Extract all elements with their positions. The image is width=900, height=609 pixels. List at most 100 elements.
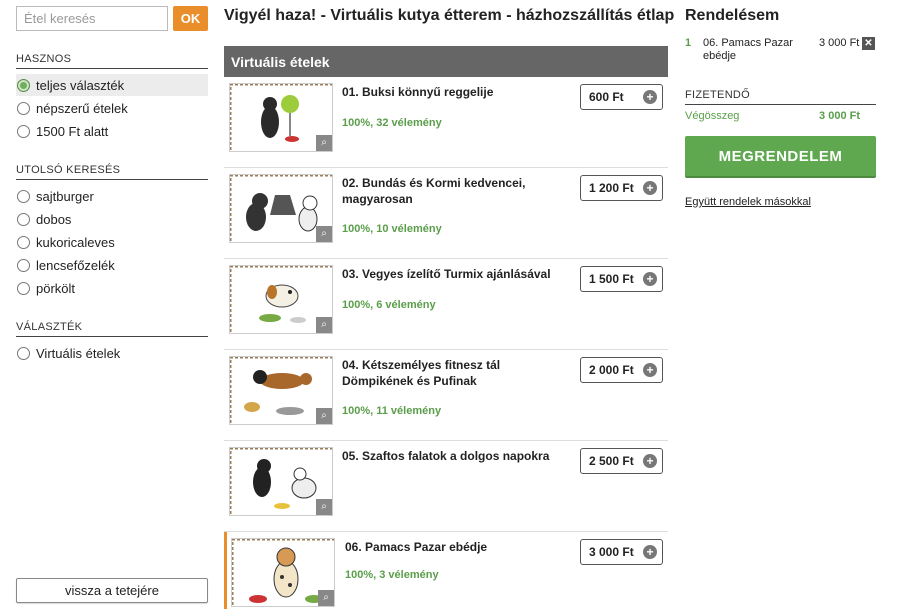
plus-circle-icon: + — [643, 181, 657, 195]
filter-item-under-1500[interactable]: 1500 Ft alatt — [16, 120, 208, 142]
dish-image[interactable]: ⌕ — [231, 538, 335, 607]
total-label: Végösszeg — [685, 110, 740, 122]
menu-item: ⌕ 02. Bundás és Kormi kedvencei, magyaro… — [224, 168, 668, 259]
dish-image[interactable]: ⌕ — [229, 265, 333, 334]
add-to-cart-button[interactable]: 2 500 Ft + — [580, 448, 663, 474]
total-value: 3 000 Ft — [819, 110, 860, 122]
dish-rating: 100%, 6 vélemény — [342, 299, 436, 311]
radio-icon[interactable] — [17, 346, 30, 360]
filter-title: UTOLSÓ KERESÉS — [16, 164, 208, 180]
filter-item-label: dobos — [36, 211, 72, 227]
order-panel: Rendelésem 1 06. Pamacs Pazar ebédje 3 0… — [685, 0, 876, 208]
plus-circle-icon: + — [643, 454, 657, 468]
filter-title: HASZNOS — [16, 53, 208, 69]
filter-item-full-selection[interactable]: teljes választék — [16, 74, 208, 96]
add-to-cart-button[interactable]: 2 000 Ft + — [580, 357, 663, 383]
filter-item-virtual-foods[interactable]: Virtuális ételek — [16, 342, 208, 364]
dish-rating: 100%, 32 vélemény — [342, 117, 442, 129]
filter-item-label: lencsefőzelék — [36, 257, 115, 273]
search-row: OK — [16, 6, 208, 31]
page-title: Vigyél haza! - Virtuális kutya étterem -… — [224, 7, 675, 24]
dish-name[interactable]: 02. Bundás és Kormi kedvencei, magyarosa… — [342, 175, 562, 207]
filter-item-corn-soup[interactable]: kukoricaleves — [16, 231, 208, 253]
search-ok-button[interactable]: OK — [173, 6, 208, 31]
back-to-top-button[interactable]: vissza a tetejére — [16, 578, 208, 603]
dish-image[interactable]: ⌕ — [229, 356, 333, 425]
plus-circle-icon: + — [643, 363, 657, 377]
price-label: 1 500 Ft — [589, 272, 634, 286]
close-icon[interactable]: ✕ — [862, 37, 875, 50]
search-input[interactable] — [16, 6, 168, 31]
filter-section-useful: HASZNOS teljes választék népszerű ételek… — [16, 53, 208, 142]
menu-item-selected: ⌕ 06. Pamacs Pazar ebédje 100%, 3 vélemé… — [224, 532, 668, 609]
filter-item-label: pörkölt — [36, 280, 76, 296]
magnifier-icon[interactable]: ⌕ — [316, 226, 332, 242]
order-title: Rendelésem — [685, 7, 780, 24]
radio-icon[interactable] — [17, 124, 30, 138]
order-quantity: 1 — [685, 37, 692, 49]
menu-item: ⌕ 01. Buksi könnyű reggelije 100%, 32 vé… — [224, 77, 668, 168]
dish-image[interactable]: ⌕ — [229, 447, 333, 516]
filter-item-stew[interactable]: pörkölt — [16, 277, 208, 299]
dish-rating: 100%, 10 vélemény — [342, 223, 442, 235]
add-to-cart-button[interactable]: 600 Ft + — [580, 84, 663, 110]
magnifier-icon[interactable]: ⌕ — [316, 317, 332, 333]
filter-section-selection: VÁLASZTÉK Virtuális ételek — [16, 321, 208, 364]
sidebar: OK HASZNOS teljes választék népszerű éte… — [16, 6, 208, 606]
price-label: 2 500 Ft — [589, 454, 634, 468]
radio-icon[interactable] — [17, 189, 30, 203]
dish-rating: 100%, 3 vélemény — [345, 569, 439, 581]
order-item-name: 06. Pamacs Pazar ebédje — [703, 37, 793, 62]
price-label: 3 000 Ft — [589, 545, 634, 559]
dish-name[interactable]: 03. Vegyes ízelítő Turmix ajánlásával — [342, 266, 562, 282]
filter-item-label: teljes választék — [36, 77, 125, 93]
filter-item-lentils[interactable]: lencsefőzelék — [16, 254, 208, 276]
filter-item-label: Virtuális ételek — [36, 345, 121, 361]
main-menu: Vigyél haza! - Virtuális kutya étterem -… — [224, 0, 675, 609]
radio-icon[interactable] — [17, 258, 30, 272]
filter-title: VÁLASZTÉK — [16, 321, 208, 337]
radio-icon[interactable] — [17, 235, 30, 249]
plus-circle-icon: + — [643, 545, 657, 559]
place-order-button[interactable]: MEGRENDELEM — [685, 136, 876, 176]
filter-item-label: népszerű ételek — [36, 100, 128, 116]
dish-rating: 100%, 11 vélemény — [342, 405, 442, 417]
price-label: 1 200 Ft — [589, 181, 634, 195]
payable-title: FIZETENDŐ — [685, 89, 876, 105]
menu-item: ⌕ 03. Vegyes ízelítő Turmix ajánlásával … — [224, 259, 668, 350]
order-line-item: 1 06. Pamacs Pazar ebédje 3 000 Ft ✕ — [685, 37, 876, 67]
dish-name[interactable]: 04. Kétszemélyes fitnesz tál Dömpikének … — [342, 357, 562, 389]
plus-circle-icon: + — [643, 90, 657, 104]
total-row: Végösszeg 3 000 Ft — [685, 110, 876, 122]
add-to-cart-button[interactable]: 1 500 Ft + — [580, 266, 663, 292]
group-order-link[interactable]: Együtt rendelek másokkal — [685, 196, 876, 208]
dish-image[interactable]: ⌕ — [229, 174, 333, 243]
dish-name[interactable]: 05. Szaftos falatok a dolgos napokra — [342, 448, 562, 464]
dish-name[interactable]: 06. Pamacs Pazar ebédje — [345, 539, 565, 555]
filter-item-label: sajtburger — [36, 188, 94, 204]
filter-section-recent-search: UTOLSÓ KERESÉS sajtburger dobos kukorica… — [16, 164, 208, 299]
filter-item-cheeseburger[interactable]: sajtburger — [16, 185, 208, 207]
plus-circle-icon: + — [643, 272, 657, 286]
filter-item-dobos[interactable]: dobos — [16, 208, 208, 230]
magnifier-icon[interactable]: ⌕ — [316, 135, 332, 151]
magnifier-icon[interactable]: ⌕ — [316, 408, 332, 424]
radio-icon[interactable] — [17, 212, 30, 226]
magnifier-icon[interactable]: ⌕ — [318, 590, 334, 606]
order-item-price: 3 000 Ft — [819, 37, 860, 49]
radio-icon[interactable] — [17, 281, 30, 295]
dish-name[interactable]: 01. Buksi könnyű reggelije — [342, 84, 562, 100]
menu-item: ⌕ 05. Szaftos falatok a dolgos napokra 2… — [224, 441, 668, 532]
filter-item-label: kukoricaleves — [36, 234, 115, 250]
filter-item-popular[interactable]: népszerű ételek — [16, 97, 208, 119]
radio-checked-icon[interactable] — [17, 78, 30, 92]
category-header: Virtuális ételek — [224, 46, 668, 77]
add-to-cart-button[interactable]: 3 000 Ft + — [580, 539, 663, 565]
magnifier-icon[interactable]: ⌕ — [316, 499, 332, 515]
add-to-cart-button[interactable]: 1 200 Ft + — [580, 175, 663, 201]
filter-item-label: 1500 Ft alatt — [36, 123, 109, 139]
price-label: 600 Ft — [589, 90, 624, 104]
radio-icon[interactable] — [17, 101, 30, 115]
dish-image[interactable]: ⌕ — [229, 83, 333, 152]
menu-item: ⌕ 04. Kétszemélyes fitnesz tál Dömpikéne… — [224, 350, 668, 441]
